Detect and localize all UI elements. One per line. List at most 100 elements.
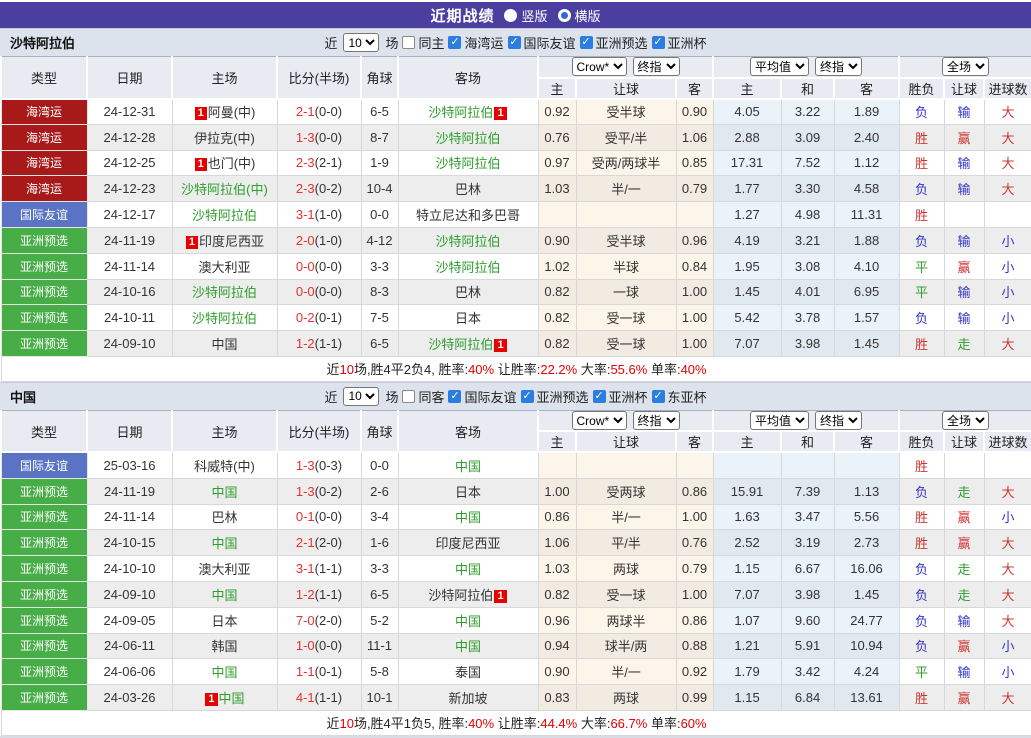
checkbox-checked-icon: ✓ xyxy=(593,390,606,403)
final-odds-select-2[interactable]: 终指 xyxy=(815,411,862,430)
league-checkbox[interactable]: ✓亚洲杯 xyxy=(652,33,707,52)
summary-value: 60% xyxy=(681,716,707,731)
league-checkbox[interactable]: ✓亚洲预选 xyxy=(580,33,648,52)
checkbox-label: 亚洲预选 xyxy=(537,387,589,406)
team-name: 沙特阿拉伯 xyxy=(435,156,500,171)
wdl-result-cell: 胜 xyxy=(899,150,944,176)
league-checkbox[interactable]: ✓亚洲预选 xyxy=(521,387,589,406)
home-team-cell: 中国 xyxy=(172,530,277,556)
layout-radio-horizontal[interactable]: 横版 xyxy=(558,6,601,25)
crow-home-odds-cell: 1.03 xyxy=(538,556,576,582)
match-row: 亚洲预选24-11-14澳大利亚0-0(0-0)3-3沙特阿拉伯1.02半球0.… xyxy=(1,253,1031,279)
avg-away-cell: 13.61 xyxy=(834,685,899,711)
league-checkbox[interactable]: ✓国际友谊 xyxy=(508,33,576,52)
away-team-cell: 中国 xyxy=(398,607,538,633)
league-checkbox[interactable]: ✓东亚杯 xyxy=(652,387,707,406)
crow-home-odds-cell: 0.97 xyxy=(538,150,576,176)
avg-away-cell: 24.77 xyxy=(834,607,899,633)
crow-home-odds-cell: 0.96 xyxy=(538,607,576,633)
avg-away-cell: 1.12 xyxy=(834,150,899,176)
corners-cell: 6-5 xyxy=(361,581,398,607)
avg-home-cell: 5.42 xyxy=(713,305,781,331)
avg-home-cell: 7.07 xyxy=(713,331,781,357)
handicap-result-cell: 赢 xyxy=(944,504,984,530)
handicap-line-cell: 受一球 xyxy=(576,305,676,331)
team-name: 伊拉克(中) xyxy=(194,131,255,146)
avg-draw-cell: 3.09 xyxy=(781,124,834,150)
recent-label: 近 xyxy=(324,33,337,52)
checkbox-checked-icon: ✓ xyxy=(580,36,593,49)
games-label: 场 xyxy=(385,33,398,52)
checkbox-unchecked-icon xyxy=(402,390,415,403)
summary-label: 场,胜4平2负4, 胜率: xyxy=(354,362,468,377)
corners-cell: 0-0 xyxy=(361,452,398,478)
team-name: 中国 xyxy=(455,562,481,577)
score-cell: 1-1(0-1) xyxy=(277,659,361,685)
average-odds-select[interactable]: 平均值 xyxy=(750,57,809,76)
same-venue-checkbox[interactable]: 同主 xyxy=(402,33,444,52)
avg-home-cell: 1.79 xyxy=(713,659,781,685)
avg-home-cell: 7.07 xyxy=(713,581,781,607)
type-badge-cell: 亚洲预选 xyxy=(1,504,87,530)
handicap-line-cell: 两球 xyxy=(576,556,676,582)
score-cell: 2-1(0-0) xyxy=(277,99,361,125)
half-time-score: (0-0) xyxy=(315,130,342,145)
corners-cell: 6-5 xyxy=(361,99,398,125)
handicap-line-cell: 受半球 xyxy=(576,227,676,253)
full-time-score: 1-3 xyxy=(296,484,315,499)
away-team-cell: 沙特阿拉伯1 xyxy=(398,581,538,607)
avg-draw-cell: 7.52 xyxy=(781,150,834,176)
crow-home-odds-cell xyxy=(538,202,576,228)
odds-company-select[interactable]: Crow* xyxy=(572,57,627,76)
crow-away-odds-cell: 1.00 xyxy=(676,305,713,331)
league-checkbox[interactable]: ✓亚洲杯 xyxy=(593,387,648,406)
half-time-score: (1-0) xyxy=(315,233,342,248)
column-crow-home: 主 xyxy=(538,78,576,99)
score-cell: 1-2(1-1) xyxy=(277,331,361,357)
odds-company-select[interactable]: Crow* xyxy=(572,411,627,430)
league-checkbox[interactable]: ✓国际友谊 xyxy=(448,387,516,406)
team-name: 中国 xyxy=(211,588,237,603)
final-odds-select[interactable]: 终指 xyxy=(633,57,680,76)
league-checkbox[interactable]: ✓海湾运 xyxy=(448,33,503,52)
crow-away-odds-cell: 0.86 xyxy=(676,478,713,504)
avg-draw-cell: 3.78 xyxy=(781,305,834,331)
half-time-score: (0-0) xyxy=(315,259,342,274)
goals-result-cell: 大 xyxy=(984,607,1031,633)
checkbox-label: 亚洲杯 xyxy=(668,33,707,52)
home-team-cell: 日本 xyxy=(172,607,277,633)
avg-draw-cell: 3.22 xyxy=(781,99,834,125)
recent-count-select[interactable]: 10 xyxy=(343,387,379,406)
filter-row: 中国近10场同客✓国际友谊✓亚洲预选✓亚洲杯✓东亚杯 xyxy=(0,382,1031,410)
avg-draw-cell: 3.98 xyxy=(781,331,834,357)
avg-away-cell: 1.13 xyxy=(834,478,899,504)
same-venue-checkbox[interactable]: 同客 xyxy=(402,387,444,406)
final-odds-select-2[interactable]: 终指 xyxy=(815,57,862,76)
goals-result-cell: 大 xyxy=(984,556,1031,582)
column-away: 客场 xyxy=(398,57,538,99)
match-row: 亚洲预选24-09-10中国1-2(1-1)6-5沙特阿拉伯10.82受一球1.… xyxy=(1,581,1031,607)
column-type: 类型 xyxy=(1,410,87,452)
away-team-cell: 特立尼达和多巴哥 xyxy=(398,202,538,228)
team-name: 日本 xyxy=(455,311,481,326)
home-team-cell: 中国 xyxy=(172,478,277,504)
handicap-line-cell: 半/一 xyxy=(576,504,676,530)
layout-radio-vertical[interactable]: 竖版 xyxy=(504,6,547,25)
average-odds-group: 平均值终指 xyxy=(713,410,899,431)
final-odds-select[interactable]: 终指 xyxy=(633,411,680,430)
full-time-score: 3-1 xyxy=(296,207,315,222)
column-goals: 进球数 xyxy=(984,78,1031,99)
handicap-line-cell: 半球 xyxy=(576,253,676,279)
column-handicap-line: 让球 xyxy=(576,78,676,99)
match-scope-select[interactable]: 全场 xyxy=(942,57,989,76)
red-1-badge: 1 xyxy=(494,339,506,352)
full-time-score: 1-0 xyxy=(296,638,315,653)
crow-home-odds-cell: 0.82 xyxy=(538,331,576,357)
full-time-score: 1-3 xyxy=(296,458,315,473)
full-time-score: 2-3 xyxy=(296,155,315,170)
away-team-cell: 巴林 xyxy=(398,176,538,202)
match-scope-select[interactable]: 全场 xyxy=(942,411,989,430)
wdl-result-cell: 负 xyxy=(899,607,944,633)
average-odds-select[interactable]: 平均值 xyxy=(750,411,809,430)
recent-count-select[interactable]: 10 xyxy=(343,33,379,52)
